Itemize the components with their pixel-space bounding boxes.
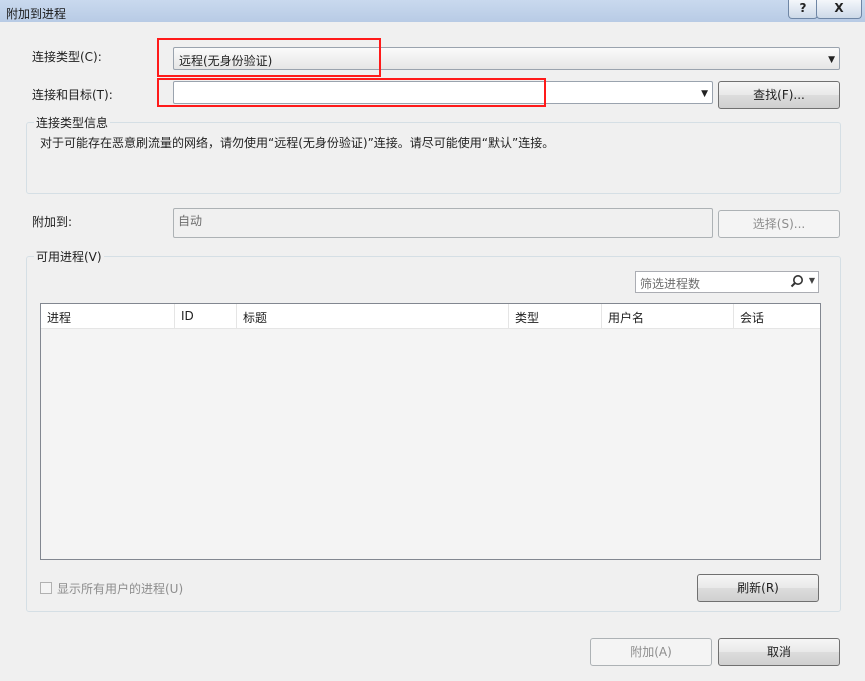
connection-info-title: 连接类型信息	[34, 114, 111, 131]
chevron-down-icon[interactable]: ▼	[701, 89, 708, 99]
attach-to-label: 附加到:	[32, 215, 73, 229]
attach-button[interactable]: 附加(A)	[590, 638, 712, 666]
search-icon[interactable]	[790, 272, 804, 295]
attach-to-value: 自动	[173, 208, 713, 238]
show-all-users-label[interactable]: 显示所有用户的进程(U)	[57, 580, 183, 597]
column-type[interactable]: 类型	[509, 304, 602, 328]
connection-type-label: 连接类型(C):	[32, 50, 102, 64]
refresh-button[interactable]: 刷新(R)	[697, 574, 819, 602]
select-button[interactable]: 选择(S)...	[718, 210, 840, 238]
process-list-header: 进程 ID 标题 类型 用户名 会话	[41, 304, 820, 329]
chevron-down-icon[interactable]: ▼	[809, 276, 815, 285]
connection-target-label: 连接和目标(T):	[32, 88, 113, 102]
column-title[interactable]: 标题	[237, 304, 509, 328]
dialog-body: 连接类型(C): 远程(无身份验证) ▼ 连接和目标(T): ▼ 查找(F)..…	[0, 22, 865, 681]
highlight-box-connection-type	[157, 38, 381, 77]
cancel-button[interactable]: 取消	[718, 638, 840, 666]
title-bar: 附加到进程 ? X	[0, 0, 865, 22]
filter-input[interactable]: 筛选进程数 ▼	[635, 271, 819, 293]
find-button[interactable]: 查找(F)...	[718, 81, 840, 109]
close-button[interactable]: X	[816, 0, 862, 19]
highlight-box-connection-target	[157, 78, 546, 107]
column-process[interactable]: 进程	[41, 304, 175, 328]
help-button[interactable]: ?	[788, 0, 818, 19]
column-id[interactable]: ID	[175, 304, 237, 328]
show-all-users-checkbox[interactable]	[40, 582, 52, 594]
process-list[interactable]: 进程 ID 标题 类型 用户名 会话	[40, 303, 821, 560]
window-title: 附加到进程	[6, 7, 67, 21]
chevron-down-icon: ▼	[828, 55, 835, 65]
connection-info-text: 对于可能存在恶意刷流量的网络，请勿使用“远程(无身份验证)”连接。请尽可能使用“…	[40, 136, 555, 150]
column-username[interactable]: 用户名	[602, 304, 734, 328]
processes-title: 可用进程(V)	[34, 248, 104, 265]
column-session[interactable]: 会话	[734, 304, 820, 328]
filter-placeholder: 筛选进程数	[640, 277, 701, 291]
connection-info-group	[26, 122, 841, 194]
